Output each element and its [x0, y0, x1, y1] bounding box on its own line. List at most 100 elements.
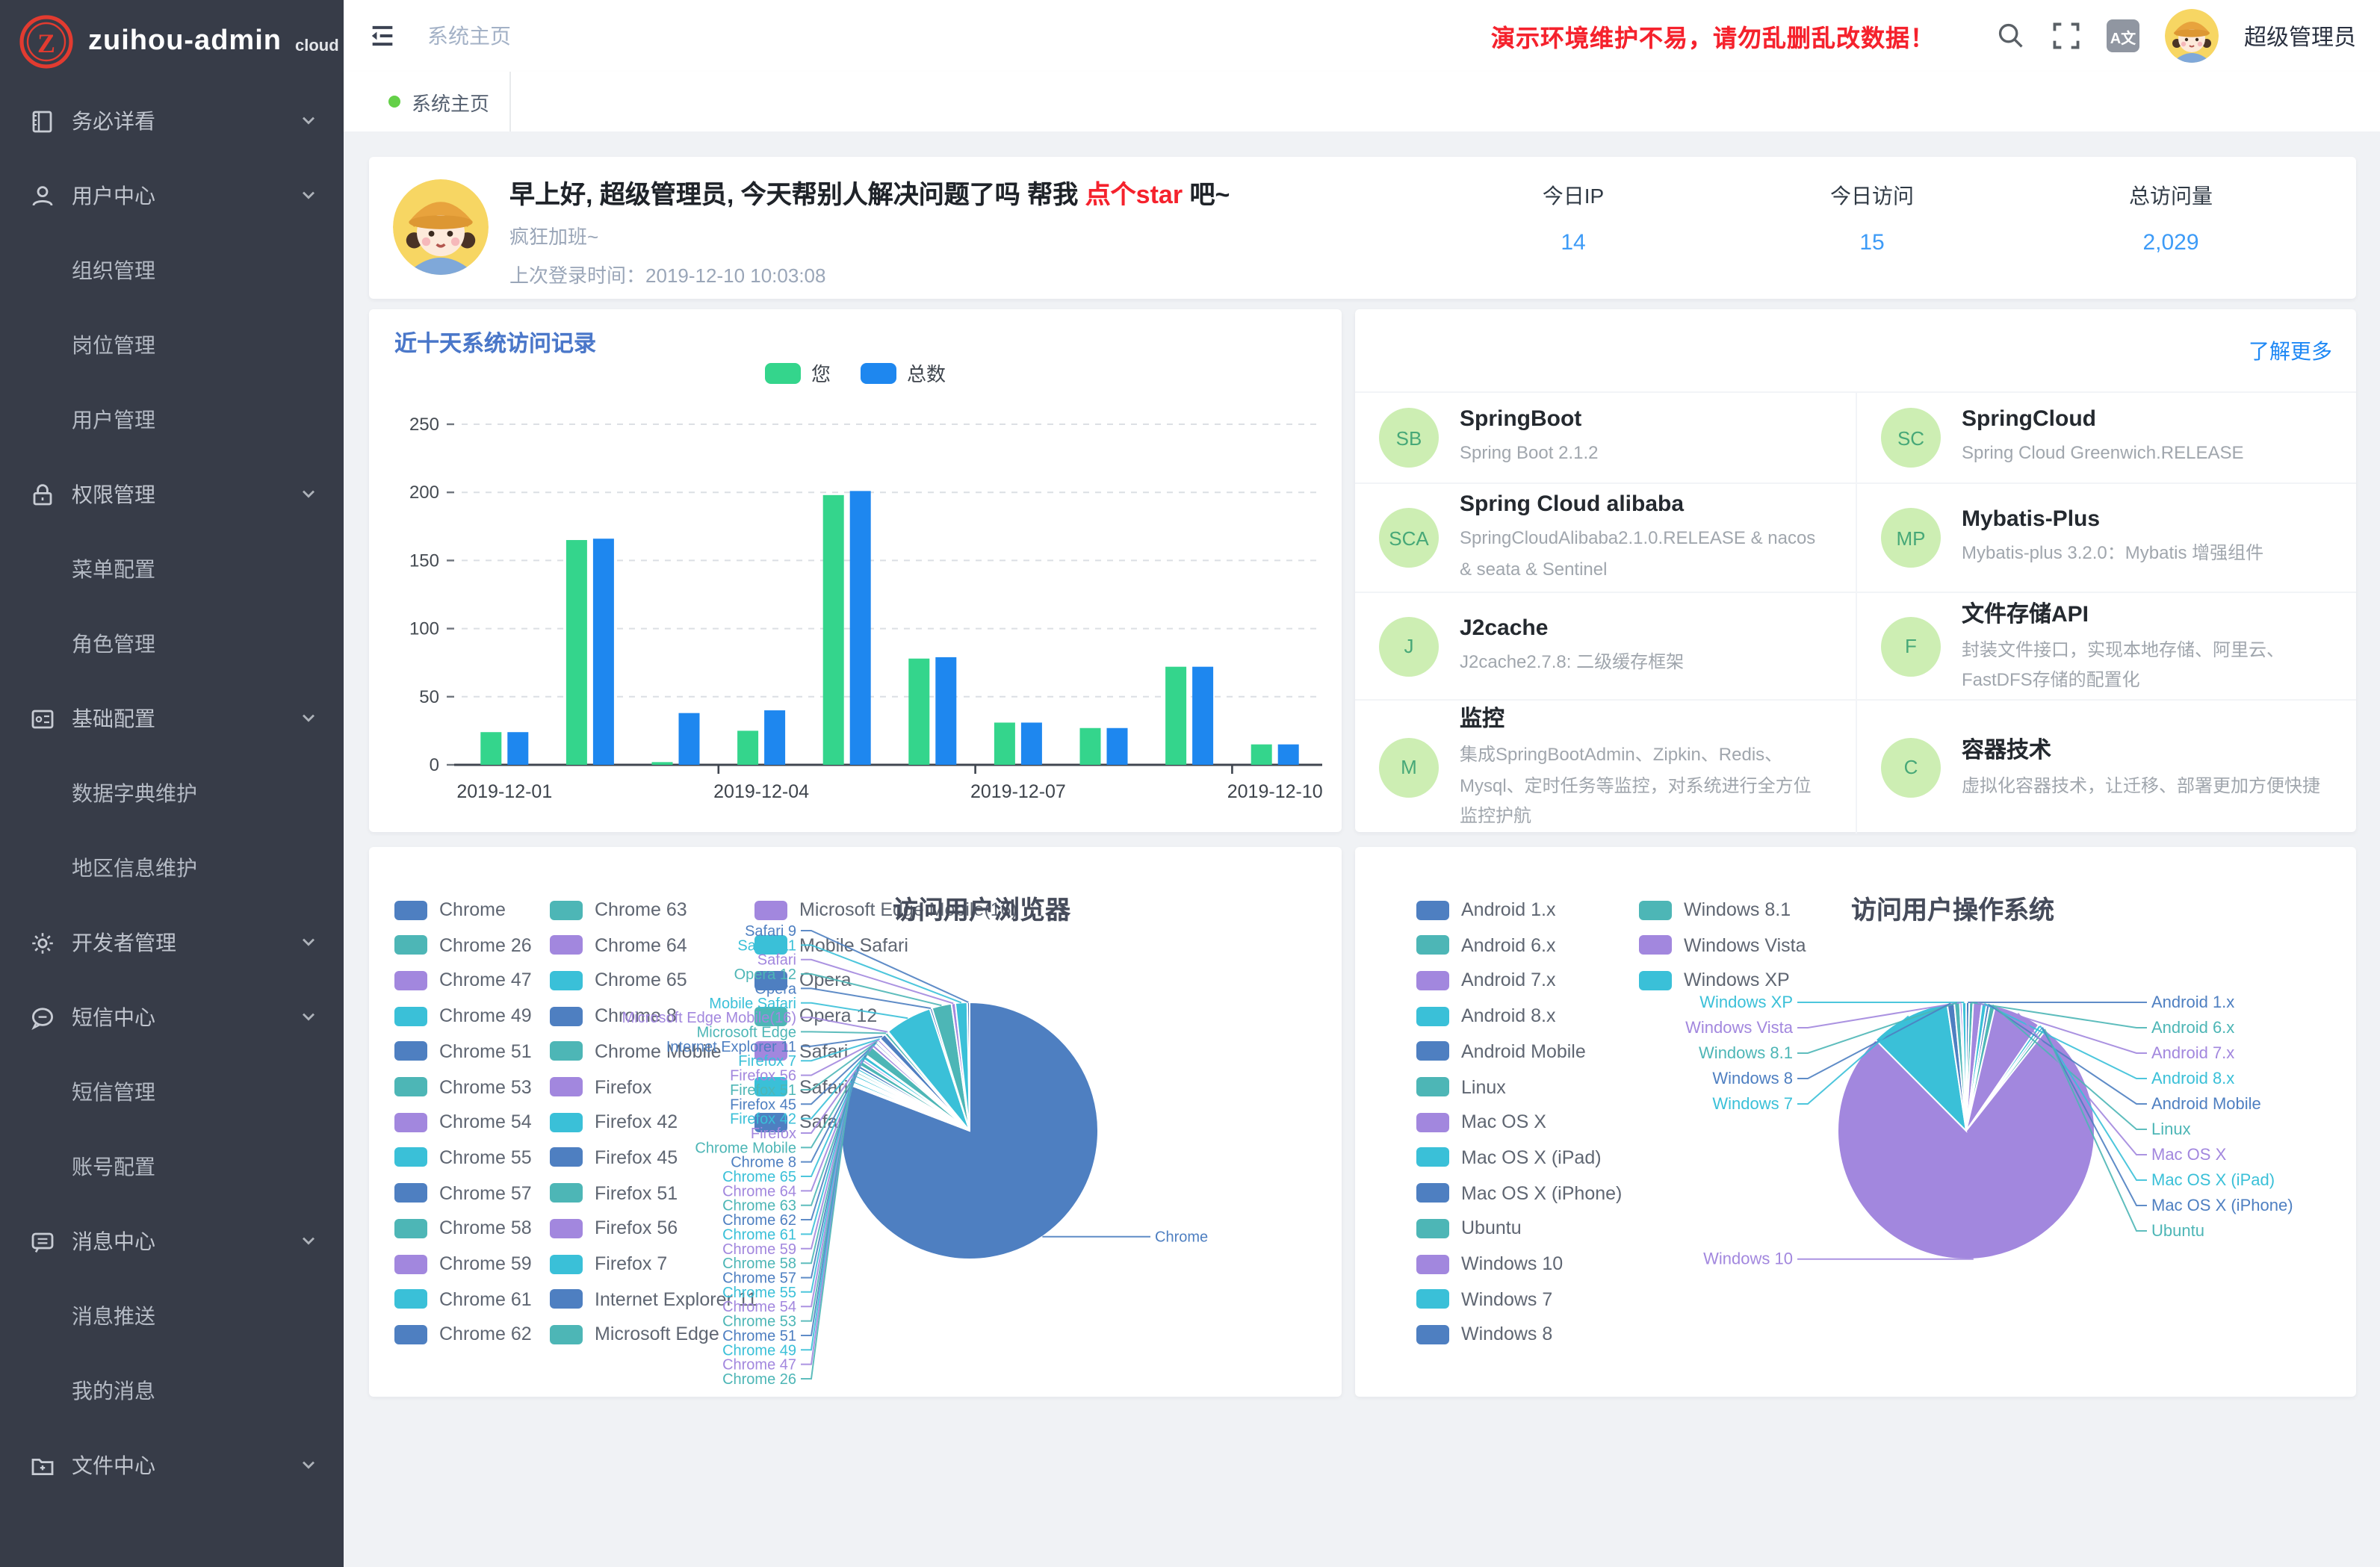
legend-item-Chrome 57[interactable]: Chrome 57: [394, 1179, 532, 1206]
legend-item-Android 7.x[interactable]: Android 7.x: [1416, 967, 1555, 994]
sidebar-item-label: 文件中心: [72, 1450, 155, 1480]
legend-item-Firefox 51[interactable]: Firefox 51: [550, 1179, 678, 1206]
legend-item-Chrome 64[interactable]: Chrome 64: [550, 931, 687, 958]
user-avatar[interactable]: [2165, 9, 2219, 63]
legend-item-Chrome 51[interactable]: Chrome 51: [394, 1038, 532, 1065]
sidebar-item-消息中心[interactable]: 消息中心: [0, 1204, 344, 1279]
legend-item-Chrome 59[interactable]: Chrome 59: [394, 1250, 532, 1277]
legend-item-Firefox 45[interactable]: Firefox 45: [550, 1144, 678, 1171]
learn-more-link[interactable]: 了解更多: [2249, 336, 2332, 366]
legend-label: Chrome: [439, 899, 506, 920]
legend-item-Windows 8[interactable]: Windows 8: [1416, 1321, 1552, 1348]
sidebar-item-文件中心[interactable]: 文件中心: [0, 1428, 344, 1503]
sidebar-item-开发者管理[interactable]: 开发者管理: [0, 905, 344, 980]
sidebar-item-岗位管理[interactable]: 岗位管理: [0, 308, 344, 382]
legend-item-Chrome 62[interactable]: Chrome 62: [394, 1321, 532, 1348]
last-login-time: 2019-12-10 10:03:08: [645, 264, 825, 287]
legend-item-Firefox 7[interactable]: Firefox 7: [550, 1250, 667, 1277]
legend-item-Mobile Safari[interactable]: Mobile Safari: [754, 931, 908, 958]
legend-item-Windows Vista[interactable]: Windows Vista: [1639, 931, 1806, 958]
sidebar-item-组织管理[interactable]: 组织管理: [0, 233, 344, 308]
sidebar-item-消息推送[interactable]: 消息推送: [0, 1279, 344, 1353]
app-logo[interactable]: Z zuihou-admin cloud: [0, 0, 344, 84]
sidebar-item-地区信息维护[interactable]: 地区信息维护: [0, 831, 344, 905]
sidebar-item-角色管理[interactable]: 角色管理: [0, 606, 344, 681]
legend-item-Windows 10[interactable]: Windows 10: [1416, 1250, 1563, 1277]
svg-text:Mac OS X: Mac OS X: [2151, 1145, 2227, 1164]
legend-label: Android 1.x: [1461, 899, 1555, 920]
legend-item-Safari 11[interactable]: Safari 11: [754, 1073, 873, 1100]
legend-label: Android 8.x: [1461, 1005, 1555, 1026]
legend-item-Chrome 26[interactable]: Chrome 26: [394, 931, 532, 958]
tech-text: 文件存储API封装文件接口，实现本地存储、阿里云、FastDFS存储的配置化: [1962, 597, 2329, 695]
tech-card-SCA: SCASpring Cloud alibabaSpringCloudAlibab…: [1355, 482, 1856, 592]
legend-swatch: [394, 1042, 427, 1061]
tech-text: SpringCloudSpring Cloud Greenwich.RELEAS…: [1962, 407, 2244, 469]
legend-swatch: [550, 1219, 583, 1238]
sidebar-item-用户管理[interactable]: 用户管理: [0, 382, 344, 457]
legend-item-Chrome[interactable]: Chrome: [394, 896, 506, 923]
legend-item-Android 8.x[interactable]: Android 8.x: [1416, 1002, 1555, 1029]
legend-item-Chrome 53[interactable]: Chrome 53: [394, 1073, 532, 1100]
legend-item-Windows XP[interactable]: Windows XP: [1639, 967, 1790, 994]
sidebar-item-短信管理[interactable]: 短信管理: [0, 1055, 344, 1129]
search-icon[interactable]: [1996, 21, 2026, 51]
legend-item-Internet Explorer 11[interactable]: Internet Explorer 11: [550, 1285, 757, 1312]
legend-item-Mac OS X (iPhone)[interactable]: Mac OS X (iPhone): [1416, 1179, 1622, 1206]
legend-swatch: [754, 1112, 787, 1132]
legend-item-Chrome 47[interactable]: Chrome 47: [394, 967, 532, 994]
breadcrumb[interactable]: 系统主页: [427, 21, 511, 51]
legend-item-Mac OS X[interactable]: Mac OS X: [1416, 1108, 1546, 1135]
legend-item-Opera[interactable]: Opera: [754, 967, 852, 994]
legend-item-Chrome 49[interactable]: Chrome 49: [394, 1002, 532, 1029]
tech-card-MP: MPMybatis-PlusMybatis-plus 3.2.0：Mybatis…: [1856, 482, 2356, 592]
username[interactable]: 超级管理员: [2244, 20, 2356, 52]
legend-item-Mac OS X (iPad)[interactable]: Mac OS X (iPad): [1416, 1144, 1602, 1171]
legend-label: Chrome 57: [439, 1182, 532, 1203]
legend-item-Opera 12[interactable]: Opera 12: [754, 1002, 877, 1029]
svg-text:Chrome 63: Chrome 63: [722, 1198, 796, 1214]
legend-label: Safari: [799, 1041, 848, 1062]
legend-item-Firefox 42[interactable]: Firefox 42: [550, 1108, 678, 1135]
sidebar-item-短信中心[interactable]: 短信中心: [0, 980, 344, 1055]
legend-item-Chrome Mobile[interactable]: Chrome Mobile: [550, 1038, 722, 1065]
sidebar-item-用户中心[interactable]: 用户中心: [0, 158, 344, 233]
legend-item-Linux[interactable]: Linux: [1416, 1073, 1506, 1100]
legend-item-Chrome 58[interactable]: Chrome 58: [394, 1215, 532, 1242]
legend-item-Chrome 63[interactable]: Chrome 63: [550, 896, 687, 923]
legend-item-Android 6.x[interactable]: Android 6.x: [1416, 931, 1555, 958]
sidebar-item-我的消息[interactable]: 我的消息: [0, 1353, 344, 1428]
legend-item-Ubuntu[interactable]: Ubuntu: [1416, 1215, 1522, 1242]
legend-item-Chrome 8[interactable]: Chrome 8: [550, 1002, 677, 1029]
svg-text:200: 200: [409, 482, 439, 503]
legend-item-Chrome 61[interactable]: Chrome 61: [394, 1285, 532, 1312]
tab-home[interactable]: 系统主页: [369, 72, 511, 131]
legend-item-Chrome 65[interactable]: Chrome 65: [550, 967, 687, 994]
sidebar-item-基础配置[interactable]: 基础配置: [0, 681, 344, 756]
sidebar-item-数据字典维护[interactable]: 数据字典维护: [0, 756, 344, 831]
sidebar-item-务必详看[interactable]: 务必详看: [0, 84, 344, 158]
tech-avatar: SCA: [1379, 508, 1439, 568]
legend-item-Firefox 56[interactable]: Firefox 56: [550, 1215, 678, 1242]
legend-item-Safari 9[interactable]: Safari 9: [754, 1108, 864, 1135]
star-link[interactable]: 点个star: [1085, 181, 1183, 209]
legend-label: Linux: [1461, 1076, 1506, 1097]
legend-item-Microsoft Edge[interactable]: Microsoft Edge: [550, 1321, 719, 1348]
legend-item-Firefox[interactable]: Firefox: [550, 1073, 651, 1100]
legend-item-Safari[interactable]: Safari: [754, 1038, 848, 1065]
sidebar-item-账号配置[interactable]: 账号配置: [0, 1129, 344, 1204]
language-icon[interactable]: A文: [2107, 19, 2139, 52]
legend-item-Chrome 55[interactable]: Chrome 55: [394, 1144, 532, 1171]
legend-swatch: [394, 1325, 427, 1344]
legend-item-Windows 8.1[interactable]: Windows 8.1: [1639, 896, 1791, 923]
sidebar-item-权限管理[interactable]: 权限管理: [0, 457, 344, 532]
fullscreen-icon[interactable]: [2051, 21, 2081, 51]
legend-item-Android 1.x[interactable]: Android 1.x: [1416, 896, 1555, 923]
message-icon: [30, 1229, 55, 1254]
legend-item-Chrome 54[interactable]: Chrome 54: [394, 1108, 532, 1135]
legend-swatch: [1416, 1289, 1449, 1309]
sidebar-item-菜单配置[interactable]: 菜单配置: [0, 532, 344, 606]
legend-item-Windows 7[interactable]: Windows 7: [1416, 1285, 1552, 1312]
collapse-menu-icon[interactable]: [368, 21, 397, 51]
legend-item-Android Mobile[interactable]: Android Mobile: [1416, 1038, 1586, 1065]
